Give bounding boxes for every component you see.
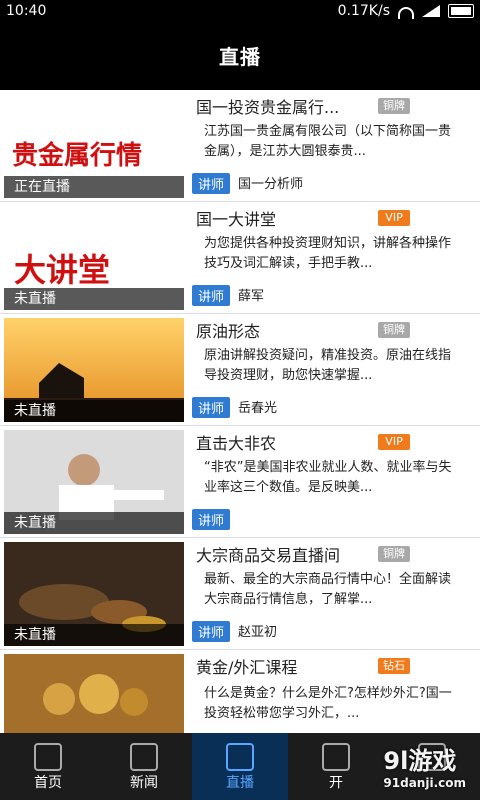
- item-info: 原油形态 铜牌 原油讲解投资疑问，精准投资。原油在线指导投资理财，助您快速掌握.…: [192, 314, 476, 426]
- level-badge: 铜牌: [378, 546, 410, 562]
- thumbnail[interactable]: 未直播: [4, 318, 184, 422]
- lecturer-badge: 讲师: [192, 173, 231, 194]
- item-title: 国一大讲堂: [196, 210, 277, 229]
- tab-label: 首页: [34, 775, 62, 791]
- battery-icon: [448, 4, 474, 18]
- item-info: 大宗商品交易直播间 铜牌 最新、最全的大宗商品行情中心！全面解读大宗商品行情信息…: [192, 538, 476, 650]
- list-item[interactable]: 贵金属行情 正在直播 国一投资贵金属行... 铜牌 江苏国一贵金属有限公司（以下…: [0, 90, 480, 202]
- item-title: 黄金/外汇课程: [196, 658, 298, 677]
- home-icon: [34, 743, 62, 771]
- watermark: 9l游戏 91danji.com: [383, 747, 466, 790]
- live-list[interactable]: 贵金属行情 正在直播 国一投资贵金属行... 铜牌 江苏国一贵金属有限公司（以下…: [0, 90, 480, 733]
- open-icon: [322, 743, 350, 771]
- level-badge: 钻石: [378, 658, 410, 674]
- thumbnail-graphic: [4, 654, 184, 733]
- lecturer-name: 国一分析师: [238, 177, 304, 192]
- svg-text:贵金属行情: 贵金属行情: [12, 140, 142, 171]
- tab-live[interactable]: 直播: [192, 733, 288, 800]
- level-badge: VIP: [378, 434, 410, 450]
- lecturer-badge: 讲师: [192, 397, 231, 418]
- status-time: 10:40: [6, 3, 47, 19]
- thumbnail[interactable]: 未直播: [4, 542, 184, 646]
- thumbnail[interactable]: 大讲堂 未直播: [4, 206, 184, 310]
- item-description: 什么是黄金？什么是外汇?怎样炒外汇?国一投资轻松带您学习外汇，...: [204, 686, 452, 721]
- live-status: 未直播: [4, 400, 184, 422]
- status-right: 0.17K/s: [338, 3, 474, 19]
- item-description: 为您提供各种投资理财知识，讲解各种操作技巧及词汇解读，手把手教...: [204, 236, 452, 271]
- tab-label: 直播: [226, 775, 254, 791]
- signal-icon: [422, 5, 440, 17]
- list-item[interactable]: 黄金/外汇课程 钻石 什么是黄金？什么是外汇?怎样炒外汇?国一投资轻松带您学习外…: [0, 650, 480, 733]
- tab-label: 开: [329, 775, 343, 791]
- tab-label: 新闻: [130, 775, 158, 791]
- item-title: 大宗商品交易直播间: [196, 546, 341, 565]
- item-description: 最新、最全的大宗商品行情中心！全面解读大宗商品行情信息，了解掌...: [204, 572, 452, 607]
- tab-news[interactable]: 新闻: [96, 733, 192, 800]
- thumbnail[interactable]: 贵金属行情 正在直播: [4, 94, 184, 198]
- item-info: 直击大非农 VIP “非农”是美国非农业就业人数、就业率与失业率这三个数值。是反…: [192, 426, 476, 538]
- item-title: 直击大非农: [196, 434, 277, 453]
- lecturer-name: 薛军: [238, 289, 265, 304]
- lecturer-badge: 讲师: [192, 509, 231, 530]
- thumbnail[interactable]: 未直播: [4, 430, 184, 534]
- wifi-icon: [398, 7, 414, 19]
- item-title: 原油形态: [196, 322, 261, 341]
- item-title: 国一投资贵金属行...: [196, 98, 340, 117]
- lecturer-name: 岳春光: [238, 401, 278, 416]
- live-icon: [226, 743, 254, 771]
- list-item[interactable]: 未直播 大宗商品交易直播间 铜牌 最新、最全的大宗商品行情中心！全面解读大宗商品…: [0, 538, 480, 650]
- list-item[interactable]: 未直播 原油形态 铜牌 原油讲解投资疑问，精准投资。原油在线指导投资理财，助您快…: [0, 314, 480, 426]
- item-description: 江苏国一贵金属有限公司（以下简称国一贵金属），是江苏大圆银泰贵...: [204, 124, 452, 159]
- item-info: 黄金/外汇课程 钻石 什么是黄金？什么是外汇?怎样炒外汇?国一投资轻松带您学习外…: [192, 650, 476, 733]
- level-badge: 铜牌: [378, 98, 410, 114]
- item-description: 原油讲解投资疑问，精准投资。原油在线指导投资理财，助您快速掌握...: [204, 348, 452, 383]
- item-description: “非农”是美国非农业就业人数、就业率与失业率这三个数值。是反映美...: [204, 460, 452, 495]
- bottom-tabbar: 首页 新闻 直播 开 9l游戏 91danji.com: [0, 733, 480, 800]
- list-item[interactable]: 未直播 直击大非农 VIP “非农”是美国非农业就业人数、就业率与失业率这三个数…: [0, 426, 480, 538]
- svg-text:大讲堂: 大讲堂: [14, 251, 110, 289]
- news-icon: [130, 743, 158, 771]
- level-badge: VIP: [378, 210, 410, 226]
- live-status: 未直播: [4, 288, 184, 310]
- live-status: 未直播: [4, 624, 184, 646]
- lecturer-badge: 讲师: [192, 285, 231, 306]
- network-speed: 0.17K/s: [337, 3, 390, 19]
- lecturer-badge: 讲师: [192, 621, 231, 642]
- item-info: 国一大讲堂 VIP 为您提供各种投资理财知识，讲解各种操作技巧及词汇解读，手把手…: [192, 202, 476, 314]
- tab-home[interactable]: 首页: [0, 733, 96, 800]
- thumbnail[interactable]: [4, 654, 184, 733]
- lecturer-name: 赵亚初: [238, 625, 278, 640]
- level-badge: 铜牌: [378, 322, 410, 338]
- list-item[interactable]: 大讲堂 未直播 国一大讲堂 VIP 为您提供各种投资理财知识，讲解各种操作技巧及…: [0, 202, 480, 314]
- live-status: 正在直播: [4, 176, 184, 198]
- page-title: 直播: [0, 24, 480, 90]
- live-status: 未直播: [4, 512, 184, 534]
- item-info: 国一投资贵金属行... 铜牌 江苏国一贵金属有限公司（以下简称国一贵金属），是江…: [192, 90, 476, 202]
- tab-open[interactable]: 开: [288, 733, 384, 800]
- status-bar: 10:40 0.17K/s: [0, 0, 480, 24]
